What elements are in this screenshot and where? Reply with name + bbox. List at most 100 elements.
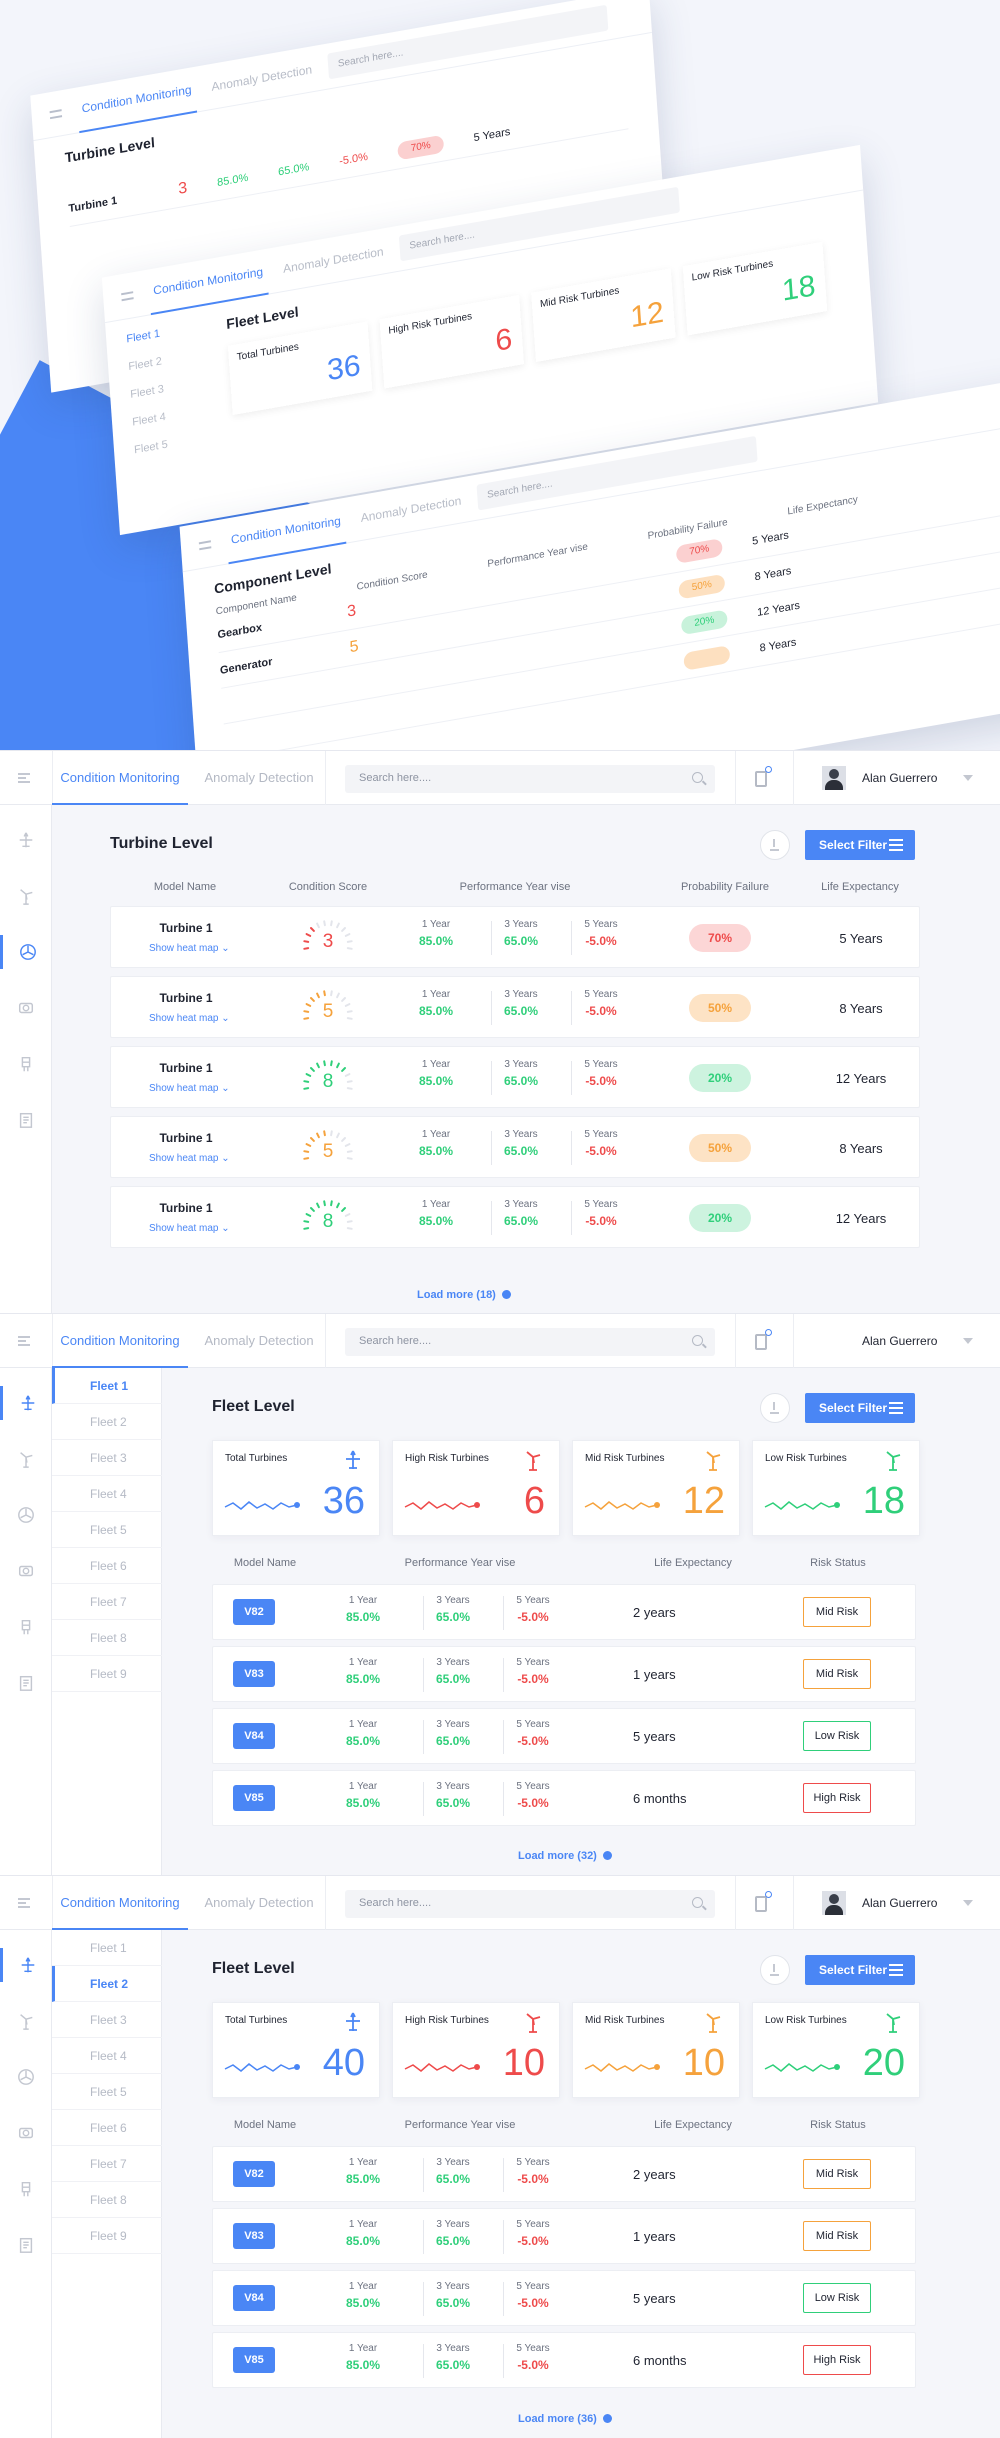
fleet-item[interactable]: Fleet 4 <box>52 1476 162 1512</box>
fleet-item[interactable]: Fleet 7 <box>52 1584 162 1620</box>
table-row[interactable]: V85 6 months High Risk 1 Year 85.0% 3 Years 65… <box>212 1770 916 1826</box>
select-filter-button[interactable]: Select Filter <box>805 830 915 860</box>
fan-nav-item[interactable] <box>0 2060 52 2094</box>
wind-turbine-nav-item[interactable] <box>0 879 52 913</box>
download-icon[interactable] <box>760 1955 790 1985</box>
wind-turbine-nav-item[interactable] <box>0 1442 52 1476</box>
fleet-item[interactable]: Fleet 5 <box>52 2074 162 2110</box>
table-row[interactable]: Turbine 1 Show heat map ⌄ 5 50% 8 Years 1 Yea… <box>110 1116 920 1178</box>
search-input[interactable]: Search here.... <box>345 765 715 793</box>
chevron-down-icon[interactable] <box>963 1338 973 1344</box>
tab-anomaly-detection[interactable]: Anomaly Detection <box>195 1876 323 1930</box>
table-row[interactable]: V85 6 months High Risk 1 Year 85.0% 3 Years 65… <box>212 2332 916 2388</box>
plane-nav-item[interactable] <box>0 1386 52 1420</box>
chevron-down-icon[interactable] <box>963 1900 973 1906</box>
menu-icon[interactable] <box>18 773 30 783</box>
table-row[interactable]: V82 2 years Mid Risk 1 Year 85.0% 3 Years 65.0… <box>212 2146 916 2202</box>
model-badge[interactable]: V82 <box>233 1599 275 1625</box>
fleet-item[interactable]: Fleet 9 <box>52 2218 162 2254</box>
tab-condition-monitoring[interactable]: Condition Monitoring <box>52 1876 188 1930</box>
table-row[interactable]: Turbine 1 Show heat map ⌄ 8 20% 12 Years 1 Ye… <box>110 1186 920 1248</box>
show-heat-map-link[interactable]: Show heat map ⌄ <box>149 943 230 954</box>
plane-nav-item[interactable] <box>0 823 52 857</box>
model-badge[interactable]: V83 <box>233 1661 275 1687</box>
kpi-mid-risk: Mid Risk Turbines 12 <box>531 268 676 362</box>
table-row[interactable]: Turbine 1 Show heat map ⌄ 8 20% 12 Years 1 Ye… <box>110 1046 920 1108</box>
plane-nav-item[interactable] <box>0 1948 52 1982</box>
fleet-item[interactable]: Fleet 1 <box>52 1368 162 1404</box>
probability-pill: 20% <box>689 1204 751 1232</box>
search-input[interactable]: Search here.... <box>345 1328 715 1356</box>
load-more-link[interactable]: Load more (36) <box>518 2413 612 2425</box>
show-heat-map-link[interactable]: Show heat map ⌄ <box>149 1223 230 1234</box>
model-badge[interactable]: V85 <box>233 2347 275 2373</box>
table-row[interactable]: Turbine 1 Show heat map ⌄ 5 50% 8 Years 1 Yea… <box>110 976 920 1038</box>
generator-nav-item[interactable] <box>0 1610 52 1644</box>
fleet-item[interactable]: Fleet 5 <box>52 1512 162 1548</box>
model-badge[interactable]: V82 <box>233 2161 275 2187</box>
tab-anomaly-detection[interactable]: Anomaly Detection <box>195 1314 323 1368</box>
fan-nav-item[interactable] <box>0 1498 52 1532</box>
show-heat-map-link[interactable]: Show heat map ⌄ <box>149 1083 230 1094</box>
user-name[interactable]: Alan Guerrero <box>862 1896 937 1910</box>
tab-condition-monitoring[interactable]: Condition Monitoring <box>52 1314 188 1368</box>
tab-anomaly-detection[interactable]: Anomaly Detection <box>360 493 461 524</box>
load-more-link[interactable]: Load more (18) <box>417 1289 511 1301</box>
user-name[interactable]: Alan Guerrero <box>862 771 937 785</box>
avatar[interactable] <box>822 1891 846 1915</box>
table-row[interactable]: V82 2 years Mid Risk 1 Year 85.0% 3 Years 65.0… <box>212 1584 916 1640</box>
load-more-link[interactable]: Load more (32) <box>518 1850 612 1862</box>
show-heat-map-link[interactable]: Show heat map ⌄ <box>149 1153 230 1164</box>
notification-icon[interactable] <box>755 1329 772 1350</box>
show-heat-map-link[interactable]: Show heat map ⌄ <box>149 1013 230 1024</box>
model-badge[interactable]: V83 <box>233 2223 275 2249</box>
fleet-item[interactable]: Fleet 6 <box>52 1548 162 1584</box>
wind-turbine-nav-item[interactable] <box>0 2004 52 2038</box>
tab-condition-monitoring[interactable]: Condition Monitoring <box>52 751 188 805</box>
table-row[interactable]: Turbine 1 Show heat map ⌄ 3 70% 5 Years 1 Yea… <box>110 906 920 968</box>
tab-anomaly-detection[interactable]: Anomaly Detection <box>211 62 312 93</box>
table-row[interactable]: V83 1 years Mid Risk 1 Year 85.0% 3 Years 65.0… <box>212 2208 916 2264</box>
avatar[interactable] <box>822 766 846 790</box>
fleet-item[interactable]: Fleet 8 <box>52 1620 162 1656</box>
chevron-down-icon[interactable] <box>963 775 973 781</box>
gearbox-nav-item[interactable] <box>0 991 52 1025</box>
user-name[interactable]: Alan Guerrero <box>862 1334 937 1348</box>
fleet-item[interactable]: Fleet 6 <box>52 2110 162 2146</box>
fleet-item[interactable]: Fleet 8 <box>52 2182 162 2218</box>
gearbox-nav-item[interactable] <box>0 2116 52 2150</box>
fleet-item[interactable]: Fleet 7 <box>52 2146 162 2182</box>
performance-3-years: 3 Years 65.0% <box>423 2157 483 2186</box>
model-badge[interactable]: V85 <box>233 1785 275 1811</box>
table-row[interactable]: V84 5 years Low Risk 1 Year 85.0% 3 Years 65.0… <box>212 1708 916 1764</box>
generator-nav-item[interactable] <box>0 1047 52 1081</box>
search-input[interactable]: Search here.... <box>345 1890 715 1918</box>
download-icon[interactable] <box>760 830 790 860</box>
gearbox-nav-item[interactable] <box>0 1554 52 1588</box>
report-nav-item[interactable] <box>0 2228 52 2262</box>
fleet-item[interactable]: Fleet 3 <box>52 2002 162 2038</box>
fleet-item[interactable]: Fleet 1 <box>52 1930 162 1966</box>
fleet-item[interactable]: Fleet 4 <box>52 2038 162 2074</box>
notification-icon[interactable] <box>755 766 772 787</box>
menu-icon[interactable] <box>18 1336 30 1346</box>
menu-icon[interactable] <box>18 1898 30 1908</box>
generator-nav-item[interactable] <box>0 2172 52 2206</box>
report-nav-item[interactable] <box>0 1666 52 1700</box>
report-nav-item[interactable] <box>0 1103 52 1137</box>
select-filter-button[interactable]: Select Filter <box>805 1955 915 1985</box>
fleet-item[interactable]: Fleet 2 <box>52 1404 162 1440</box>
download-icon[interactable] <box>760 1393 790 1423</box>
tab-anomaly-detection[interactable]: Anomaly Detection <box>283 244 384 275</box>
table-row[interactable]: V84 5 years Low Risk 1 Year 85.0% 3 Years 65.0… <box>212 2270 916 2326</box>
fleet-item[interactable]: Fleet 9 <box>52 1656 162 1692</box>
notification-icon[interactable] <box>755 1891 772 1912</box>
model-badge[interactable]: V84 <box>233 2285 275 2311</box>
table-row[interactable]: V83 1 years Mid Risk 1 Year 85.0% 3 Years 65.0… <box>212 1646 916 1702</box>
select-filter-button[interactable]: Select Filter <box>805 1393 915 1423</box>
model-badge[interactable]: V84 <box>233 1723 275 1749</box>
fan-nav-item[interactable] <box>0 935 52 969</box>
fleet-item[interactable]: Fleet 2 <box>52 1966 162 2002</box>
tab-anomaly-detection[interactable]: Anomaly Detection <box>195 751 323 805</box>
fleet-item[interactable]: Fleet 3 <box>52 1440 162 1476</box>
